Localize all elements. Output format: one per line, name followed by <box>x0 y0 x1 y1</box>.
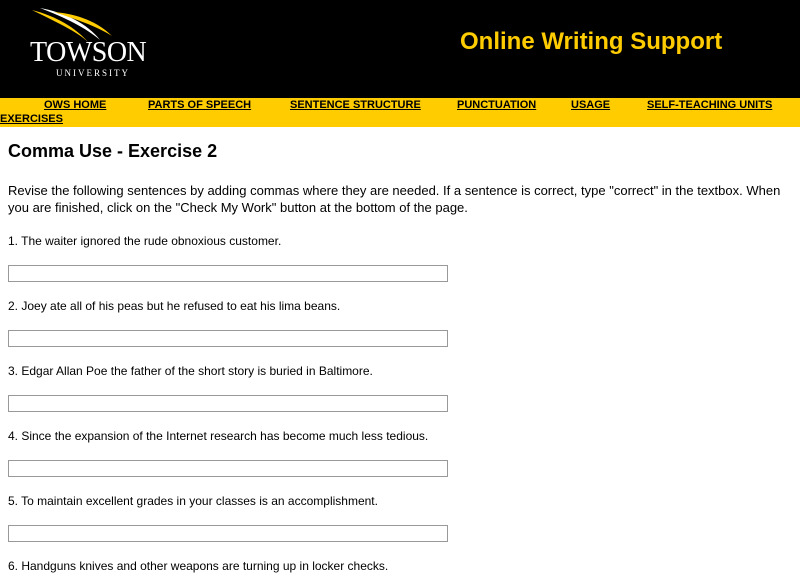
nav-self-teaching-units[interactable]: SELF-TEACHING UNITS <box>647 99 772 111</box>
answer-input-2[interactable] <box>8 330 448 347</box>
question-3: 3. Edgar Allan Poe the father of the sho… <box>8 364 792 412</box>
question-text: 3. Edgar Allan Poe the father of the sho… <box>8 364 373 378</box>
question-text: 2. Joey ate all of his peas but he refus… <box>8 299 341 313</box>
main-content: Comma Use - Exercise 2 Revise the follow… <box>0 140 800 588</box>
instructions: Revise the following sentences by adding… <box>8 183 781 215</box>
question-text: 6. Handguns knives and other weapons are… <box>8 559 389 573</box>
question-6: 6. Handguns knives and other weapons are… <box>8 559 792 588</box>
question-text: 5. To maintain excellent grades in your … <box>8 494 378 508</box>
answer-input-4[interactable] <box>8 460 448 477</box>
question-4: 4. Since the expansion of the Internet r… <box>8 429 792 477</box>
site-title: Online Writing Support <box>460 28 723 55</box>
nav-exercises[interactable]: EXERCISES <box>0 113 63 125</box>
question-1: 1. The waiter ignored the rude obnoxious… <box>8 234 792 282</box>
nav-ows-home[interactable]: OWS HOME <box>44 99 106 111</box>
question-text: 4. Since the expansion of the Internet r… <box>8 429 429 443</box>
nav-parts-of-speech[interactable]: PARTS OF SPEECH <box>148 99 251 111</box>
nav-sentence-structure[interactable]: SENTENCE STRUCTURE <box>290 99 421 111</box>
answer-input-5[interactable] <box>8 525 448 542</box>
main-nav: OWS HOME PARTS OF SPEECH SENTENCE STRUCT… <box>0 98 800 127</box>
page-title: Comma Use - Exercise 2 <box>8 141 218 161</box>
site-header: TOWSON UNIVERSITY Online Writing Support <box>0 0 800 98</box>
towson-logo[interactable]: TOWSON UNIVERSITY <box>22 6 152 80</box>
answer-input-3[interactable] <box>8 395 448 412</box>
logo-subtitle: UNIVERSITY <box>56 68 130 78</box>
logo-wordmark: TOWSON <box>30 37 147 68</box>
question-text: 1. The waiter ignored the rude obnoxious… <box>8 234 282 248</box>
question-5: 5. To maintain excellent grades in your … <box>8 494 792 542</box>
question-2: 2. Joey ate all of his peas but he refus… <box>8 299 792 347</box>
nav-usage[interactable]: USAGE <box>571 99 610 111</box>
answer-input-1[interactable] <box>8 265 448 282</box>
nav-punctuation[interactable]: PUNCTUATION <box>457 99 536 111</box>
